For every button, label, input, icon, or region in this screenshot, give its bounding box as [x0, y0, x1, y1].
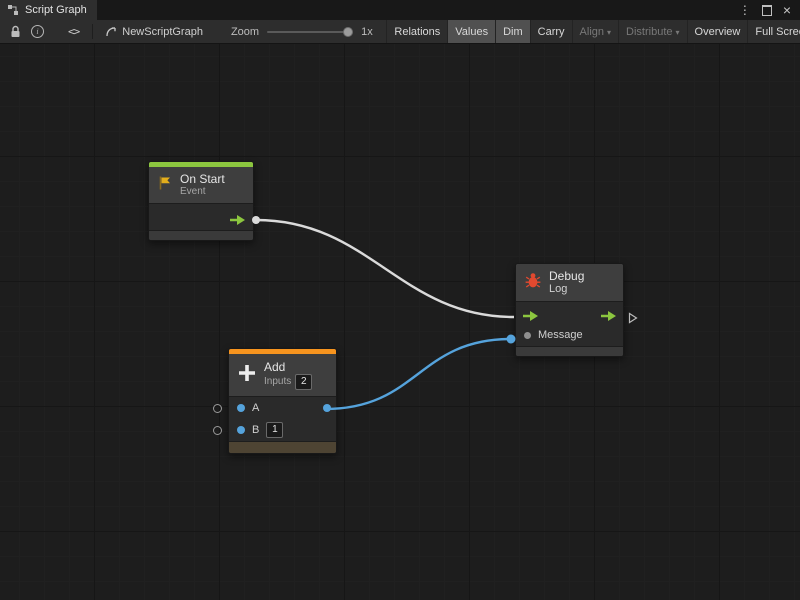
node-body: Message	[516, 301, 623, 346]
control-output-row	[149, 204, 253, 230]
graph-asset-icon	[105, 26, 117, 38]
button-label: Align	[580, 26, 604, 38]
flag-icon	[157, 175, 173, 196]
port-label: B	[252, 424, 259, 436]
button-label: Distribute	[626, 26, 672, 38]
plus-icon	[237, 363, 257, 388]
node-footer	[229, 441, 336, 453]
toolbar-button-distribute[interactable]: Distribute ▾	[618, 20, 686, 43]
wires-layer	[0, 44, 800, 600]
wire-control-onstart-to-debug[interactable]	[256, 220, 514, 317]
button-label: Full Screen	[755, 26, 800, 38]
node-subtitle: Event	[180, 186, 225, 198]
button-label: Relations	[394, 26, 440, 38]
unconnected-port-indicator-a[interactable]	[213, 404, 222, 413]
toolbar-button-values[interactable]: Values	[447, 20, 495, 43]
node-body	[149, 203, 253, 230]
info-icon[interactable]: i	[26, 20, 49, 43]
node-header[interactable]: On Start Event	[149, 167, 253, 203]
graph-asset-ref[interactable]: NewScriptGraph	[101, 26, 207, 38]
port-label: Message	[538, 329, 583, 341]
node-title: Add	[264, 360, 312, 374]
node-add[interactable]: Add Inputs 2 A B 1	[228, 348, 337, 454]
toolbar-button-overview[interactable]: Overview	[687, 20, 748, 43]
toolbar-button-carry[interactable]: Carry	[530, 20, 572, 43]
flow-out-triangle-icon[interactable]	[628, 311, 638, 329]
input-b-port[interactable]	[237, 426, 245, 434]
node-header[interactable]: Debug Log	[516, 264, 623, 301]
button-label: Carry	[538, 26, 565, 38]
chevron-down-icon: ▾	[607, 28, 611, 37]
graph-canvas[interactable]: On Start Event	[0, 44, 800, 600]
graph-name: NewScriptGraph	[122, 26, 203, 38]
node-footer	[149, 230, 253, 240]
script-graph-window: Script Graph ⋮ × i <> NewScriptGra	[0, 0, 800, 600]
tab-script-graph[interactable]: Script Graph	[0, 0, 97, 20]
input-b-value-field[interactable]: 1	[266, 422, 283, 438]
zoom-value: 1x	[361, 26, 373, 38]
window-menu-icon[interactable]: ⋮	[739, 4, 751, 16]
toolbar-button-dim[interactable]: Dim	[495, 20, 530, 43]
input-b-row: B 1	[229, 419, 336, 441]
zoom-slider[interactable]	[267, 31, 353, 33]
button-label: Overview	[695, 26, 741, 38]
control-output-port[interactable]	[230, 212, 245, 230]
code-view-icon[interactable]: <>	[63, 20, 84, 43]
node-footer	[516, 346, 623, 356]
inputs-count-field[interactable]: 2	[295, 374, 312, 390]
node-subtitle: Log	[549, 283, 584, 296]
port-label: A	[252, 402, 259, 414]
chevron-down-icon: ▾	[676, 28, 680, 37]
close-icon[interactable]: ×	[783, 3, 791, 17]
window-controls: ⋮ ×	[739, 0, 800, 20]
sum-output-port[interactable]	[323, 404, 331, 412]
node-on-start[interactable]: On Start Event	[148, 161, 254, 241]
toolbar-button-align[interactable]: Align▾	[572, 20, 618, 43]
message-input-port[interactable]	[524, 332, 531, 339]
toolbar-button-fullscreen[interactable]: Full Screen	[747, 20, 800, 43]
script-graph-icon	[7, 4, 19, 16]
toolbar-button-relations[interactable]: Relations	[386, 20, 447, 43]
button-label: Dim	[503, 26, 523, 38]
node-body: A B 1	[229, 396, 336, 441]
inputs-label: Inputs	[264, 376, 291, 388]
lock-icon[interactable]	[5, 20, 26, 43]
node-title: On Start	[180, 172, 225, 186]
input-a-port[interactable]	[237, 404, 245, 412]
zoom-slider-handle[interactable]	[343, 27, 353, 37]
titlebar: Script Graph ⋮ ×	[0, 0, 800, 20]
bug-icon	[524, 271, 542, 294]
toolbar-separator	[92, 24, 93, 39]
input-a-row: A	[229, 397, 336, 419]
toolbar-buttons: Relations Values Dim Carry Align▾ Distri…	[386, 20, 800, 43]
node-title: Debug	[549, 269, 584, 283]
node-header[interactable]: Add Inputs 2	[229, 354, 336, 396]
message-input-row: Message	[516, 324, 623, 346]
graph-toolbar: i <> NewScriptGraph Zoom 1x Relations Va…	[0, 20, 800, 44]
node-debug-log[interactable]: Debug Log	[515, 263, 624, 357]
control-flow-row	[516, 302, 623, 324]
zoom-label: Zoom	[231, 26, 259, 38]
maximize-icon[interactable]	[762, 5, 772, 16]
zoom-control: Zoom 1x	[231, 26, 373, 38]
unconnected-port-indicator-b[interactable]	[213, 426, 222, 435]
wire-value-add-to-message[interactable]	[325, 339, 511, 409]
button-label: Values	[455, 26, 488, 38]
tab-title: Script Graph	[25, 4, 87, 16]
